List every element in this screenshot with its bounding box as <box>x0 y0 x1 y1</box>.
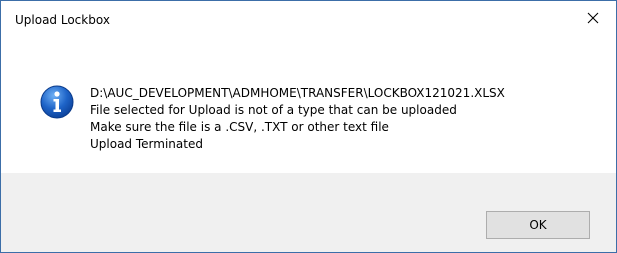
dialog-content: D:\AUC_DEVELOPMENT\ADMHOME\TRANSFER\LOCK… <box>1 41 616 173</box>
close-button[interactable] <box>570 1 616 35</box>
info-icon <box>40 85 74 119</box>
message-text: D:\AUC_DEVELOPMENT\ADMHOME\TRANSFER\LOCK… <box>90 85 505 153</box>
button-bar: OK <box>1 173 616 252</box>
message-line-file-path: D:\AUC_DEVELOPMENT\ADMHOME\TRANSFER\LOCK… <box>90 86 505 100</box>
message-dialog: Upload Lockbox D:\AUC_DEVELOPMENT\ADMHOM… <box>0 0 617 253</box>
ok-button[interactable]: OK <box>486 211 590 239</box>
message-line-hint: Make sure the file is a .CSV, .TXT or ot… <box>90 120 389 134</box>
message-line-status: Upload Terminated <box>90 137 203 151</box>
window-title: Upload Lockbox <box>15 13 110 27</box>
close-icon <box>587 12 599 24</box>
title-bar[interactable]: Upload Lockbox <box>1 1 616 41</box>
message-line-error: File selected for Upload is not of a typ… <box>90 103 457 117</box>
